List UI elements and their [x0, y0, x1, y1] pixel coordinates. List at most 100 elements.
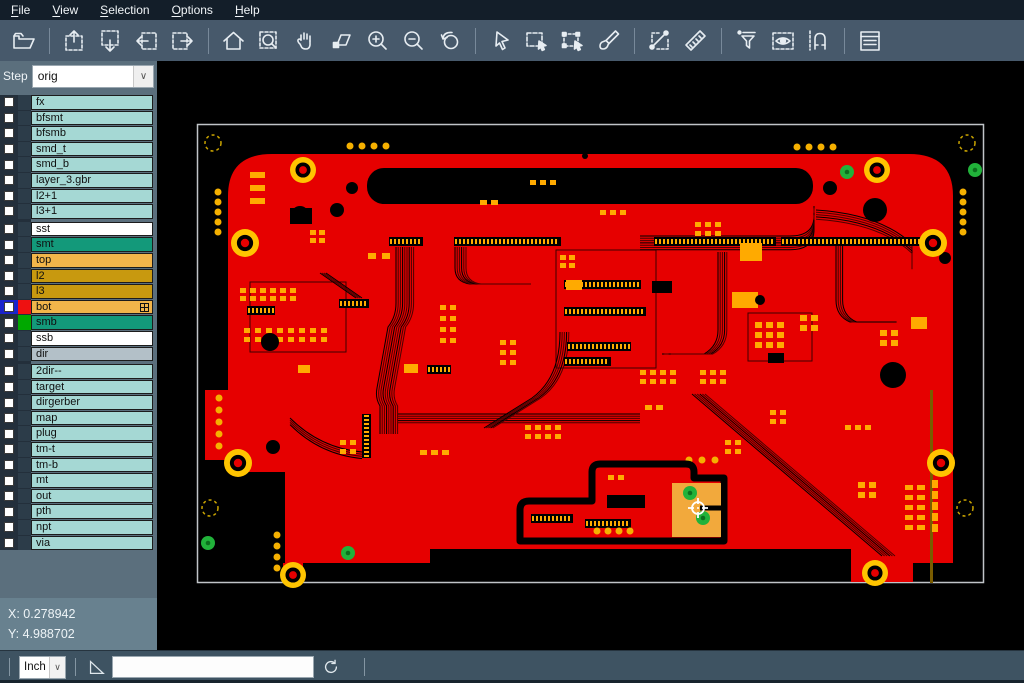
zoom-previous-icon[interactable] — [432, 24, 468, 58]
layer-color-swatch[interactable] — [18, 173, 31, 188]
layer-checkbox[interactable] — [0, 520, 18, 535]
layer-name[interactable]: layer_3.gbr — [31, 173, 153, 188]
layer-color-swatch[interactable] — [18, 331, 31, 346]
layer-color-swatch[interactable] — [18, 315, 31, 330]
layer-color-swatch[interactable] — [18, 473, 31, 488]
layer-checkbox[interactable] — [0, 157, 18, 172]
layer-name[interactable]: plug — [31, 426, 153, 441]
layer-checkbox[interactable] — [0, 364, 18, 379]
layer-name[interactable]: l2+1 — [31, 189, 153, 204]
select-cursor-icon[interactable] — [483, 24, 519, 58]
layer-name[interactable]: smt — [31, 237, 153, 252]
layer-color-swatch[interactable] — [18, 111, 31, 126]
layer-name[interactable]: l3 — [31, 284, 153, 299]
layer-name[interactable]: smb — [31, 315, 153, 330]
command-input[interactable] — [112, 656, 314, 678]
layer-checkbox[interactable] — [0, 126, 18, 141]
select-object-icon[interactable] — [519, 24, 555, 58]
chevron-down-icon[interactable]: ∨ — [133, 66, 153, 87]
layer-color-swatch[interactable] — [18, 347, 31, 362]
layer-checkbox[interactable] — [0, 189, 18, 204]
layer-checkbox[interactable] — [0, 442, 18, 457]
layer-checkbox[interactable] — [0, 284, 18, 299]
layer-checkbox[interactable] — [0, 458, 18, 473]
layer-name[interactable]: pth — [31, 504, 153, 519]
layer-color-swatch[interactable] — [18, 126, 31, 141]
refresh-icon[interactable] — [322, 658, 340, 676]
layer-name[interactable]: mt — [31, 473, 153, 488]
shift-right-icon[interactable] — [165, 24, 201, 58]
layer-name[interactable]: bfsmb — [31, 126, 153, 141]
open-folder-icon[interactable] — [6, 24, 42, 58]
layer-name[interactable]: tm-t — [31, 442, 153, 457]
layer-name[interactable]: via — [31, 536, 153, 551]
layer-name[interactable]: bot — [31, 300, 153, 315]
menu-item-help[interactable]: Help — [224, 1, 271, 19]
layer-name[interactable]: bfsmt — [31, 111, 153, 126]
layer-name[interactable]: l2 — [31, 269, 153, 284]
view-options-icon[interactable] — [765, 24, 801, 58]
layer-name[interactable]: sst — [31, 222, 153, 237]
zoom-area-icon[interactable] — [324, 24, 360, 58]
layer-color-swatch[interactable] — [18, 269, 31, 284]
export-up-icon[interactable] — [57, 24, 93, 58]
layer-name[interactable]: l3+1 — [31, 204, 153, 219]
layer-checkbox[interactable] — [0, 504, 18, 519]
layer-name[interactable]: dir — [31, 347, 153, 362]
layer-color-swatch[interactable] — [18, 426, 31, 441]
layer-color-swatch[interactable] — [18, 411, 31, 426]
layer-checkbox[interactable] — [0, 536, 18, 551]
layer-checkbox[interactable] — [0, 411, 18, 426]
layer-color-swatch[interactable] — [18, 489, 31, 504]
layer-color-swatch[interactable] — [18, 380, 31, 395]
layer-checkbox[interactable] — [0, 426, 18, 441]
measure-ruler-icon[interactable] — [678, 24, 714, 58]
shift-left-icon[interactable] — [129, 24, 165, 58]
grid-icon[interactable] — [140, 303, 149, 312]
menu-item-view[interactable]: View — [41, 1, 89, 19]
layer-name[interactable]: smd_b — [31, 157, 153, 172]
layer-checkbox[interactable] — [0, 380, 18, 395]
layer-color-swatch[interactable] — [18, 157, 31, 172]
layer-color-swatch[interactable] — [18, 284, 31, 299]
layer-color-swatch[interactable] — [18, 300, 31, 315]
layer-name[interactable]: smd_t — [31, 142, 153, 157]
layer-name[interactable]: out — [31, 489, 153, 504]
layer-color-swatch[interactable] — [18, 504, 31, 519]
layer-name[interactable]: 2dir-- — [31, 364, 153, 379]
layer-checkbox[interactable] — [0, 489, 18, 504]
layer-name[interactable]: npt — [31, 520, 153, 535]
layer-name[interactable]: target — [31, 380, 153, 395]
filter-icon[interactable] — [729, 24, 765, 58]
layer-checkbox[interactable] — [0, 331, 18, 346]
layer-name[interactable]: fx — [31, 95, 153, 110]
measure-distance-icon[interactable] — [642, 24, 678, 58]
layer-checkbox[interactable] — [0, 300, 18, 315]
menu-item-options[interactable]: Options — [161, 1, 224, 19]
layer-color-swatch[interactable] — [18, 253, 31, 268]
layer-checkbox[interactable] — [0, 111, 18, 126]
select-multiple-icon[interactable] — [555, 24, 591, 58]
layer-checkbox[interactable] — [0, 269, 18, 284]
step-select[interactable]: orig ∨ — [32, 65, 154, 88]
layer-color-swatch[interactable] — [18, 520, 31, 535]
layer-checkbox[interactable] — [0, 253, 18, 268]
layer-name[interactable]: tm-b — [31, 458, 153, 473]
layer-color-swatch[interactable] — [18, 536, 31, 551]
layer-color-swatch[interactable] — [18, 189, 31, 204]
layer-checkbox[interactable] — [0, 204, 18, 219]
layer-name[interactable]: ssb — [31, 331, 153, 346]
layer-color-swatch[interactable] — [18, 364, 31, 379]
layer-name[interactable]: map — [31, 411, 153, 426]
pan-icon[interactable] — [288, 24, 324, 58]
layer-color-swatch[interactable] — [18, 142, 31, 157]
layer-color-swatch[interactable] — [18, 222, 31, 237]
zoom-in-icon[interactable] — [360, 24, 396, 58]
unit-select[interactable]: Inch ∨ — [19, 656, 66, 679]
layer-color-swatch[interactable] — [18, 442, 31, 457]
zoom-out-icon[interactable] — [396, 24, 432, 58]
layer-checkbox[interactable] — [0, 95, 18, 110]
layer-checkbox[interactable] — [0, 315, 18, 330]
brush-icon[interactable] — [591, 24, 627, 58]
home-icon[interactable] — [216, 24, 252, 58]
